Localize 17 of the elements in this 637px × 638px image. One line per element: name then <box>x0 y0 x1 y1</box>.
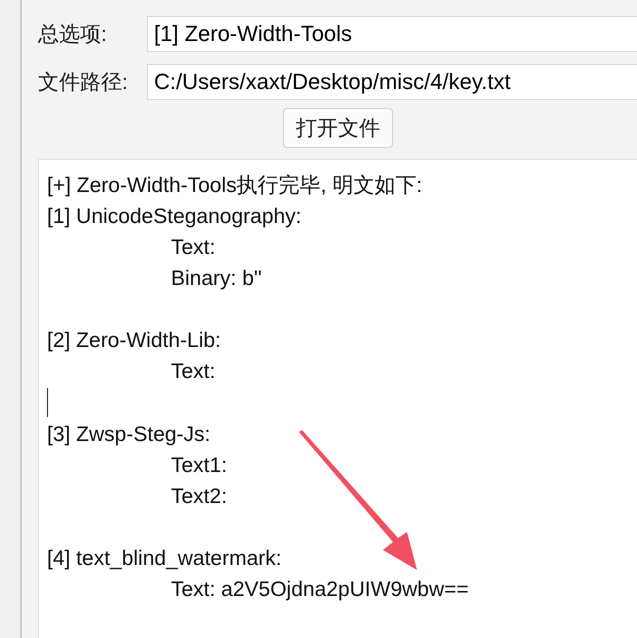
output-line: Text1: <box>170 453 228 479</box>
output-line: [4] text_blind_watermark: <box>47 546 283 572</box>
output-line: [+] Zero-Width-Tools执行完毕, 明文如下: <box>47 173 424 199</box>
option-dropdown[interactable]: [1] Zero-Width-Tools <box>147 16 637 52</box>
path-label: 文件路径: <box>38 70 129 96</box>
output-text-area[interactable]: [+] Zero-Width-Tools执行完毕, 明文如下: [1] UnicodeSteganography: Text: Binary: b'' [2] Zero-Width-Lib: Text: [3] Zwsp-Steg-Js: Text1: Text2: [4] text_blind_watermark: Text: a2V5Ojdna2pUIW9wbw== <box>38 159 637 638</box>
path-input-field[interactable]: C:/Users/xaxt/Desktop/misc/4/key.txt <box>147 64 637 100</box>
output-line: Text: a2V5Ojdna2pUIW9wbw== <box>170 577 470 603</box>
option-label: 总选项: <box>38 22 108 48</box>
open-file-button[interactable]: 打开文件 <box>283 108 393 148</box>
output-line: Text2: <box>170 484 228 510</box>
output-line: [2] Zero-Width-Lib: <box>47 328 222 354</box>
output-line: Text: <box>170 235 216 261</box>
output-line: [3] Zwsp-Steg-Js: <box>47 422 212 448</box>
output-line: Text: <box>170 359 216 385</box>
output-line: [1] UnicodeSteganography: <box>47 204 303 230</box>
output-line: Binary: b'' <box>170 266 263 292</box>
